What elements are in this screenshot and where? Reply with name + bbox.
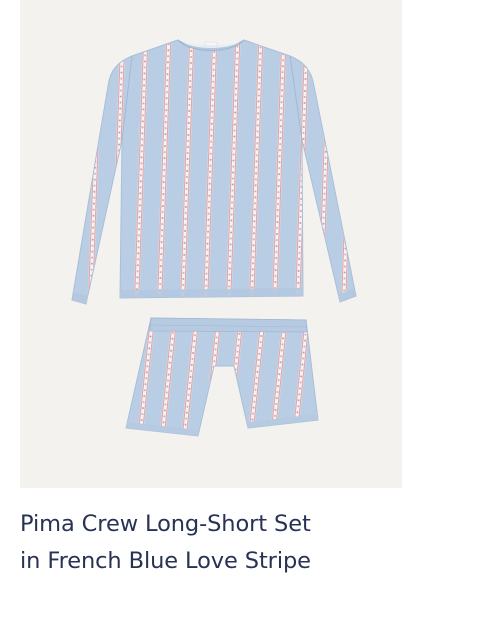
- product-title-line-2[interactable]: in French Blue Love Stripe: [20, 543, 460, 580]
- product-title[interactable]: Pima Crew Long-Short Set in French Blue …: [20, 506, 460, 580]
- product-title-line-1[interactable]: Pima Crew Long-Short Set: [20, 506, 460, 543]
- product-image[interactable]: [20, 0, 402, 488]
- pajama-shorts: [125, 317, 319, 437]
- pajama-set-illustration: [71, 39, 357, 437]
- pajama-top: [71, 39, 357, 305]
- product-card[interactable]: Pima Crew Long-Short Set in French Blue …: [0, 0, 488, 627]
